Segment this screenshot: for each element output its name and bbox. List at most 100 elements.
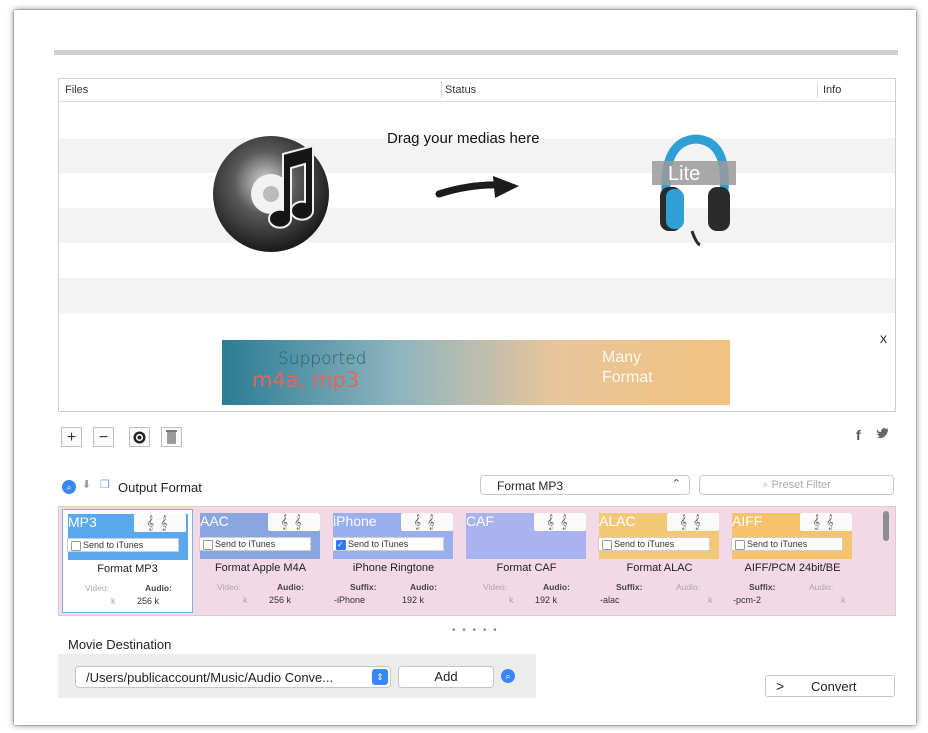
- send-to-itunes-checkbox[interactable]: Send to iTunes: [199, 537, 311, 551]
- search-icon[interactable]: ⌕: [501, 669, 515, 683]
- checkbox-icon[interactable]: [602, 540, 612, 550]
- audio-bitrate-value[interactable]: k: [708, 595, 713, 605]
- drop-hint: Drag your medias here: [387, 130, 540, 147]
- format-title: Format MP3: [97, 563, 158, 575]
- add-file-button[interactable]: +: [61, 427, 82, 447]
- audio-bitrate-value[interactable]: 256 k: [269, 595, 291, 605]
- left-setting-value[interactable]: -pcm-2: [733, 595, 761, 605]
- column-info[interactable]: Info: [823, 84, 841, 96]
- left-setting-label: Suffix:: [749, 582, 776, 592]
- left-setting-value[interactable]: k: [111, 596, 116, 606]
- banner-many-text: Many: [602, 349, 642, 366]
- format-title: Format ALAC: [626, 562, 693, 574]
- remove-file-button[interactable]: −: [93, 427, 114, 447]
- headphones-icon: [652, 134, 736, 247]
- audio-bitrate-value[interactable]: 256 k: [137, 596, 159, 606]
- format-card-iphone[interactable]: iPhone 𝄞𝄞 Send to iTunes iPhone Ringtone Suf…: [328, 509, 459, 613]
- remove-x-button[interactable]: x: [880, 330, 887, 346]
- left-setting-value[interactable]: k: [509, 595, 514, 605]
- audio-label: Audio:: [410, 582, 437, 592]
- search-icon[interactable]: ⌕: [62, 480, 76, 494]
- audio-bitrate-value[interactable]: k: [841, 595, 846, 605]
- select-arrows-icon: ⌃: [671, 478, 681, 490]
- audio-label: Audio:: [277, 582, 304, 592]
- destination-path-select[interactable]: /Users/publicaccount/Music/Audio Conve..…: [75, 666, 391, 688]
- format-name: iPhone: [333, 513, 377, 529]
- send-to-itunes-label: Send to iTunes: [614, 539, 675, 549]
- audio-label: Audio:: [145, 583, 172, 593]
- column-status[interactable]: Status: [445, 84, 476, 96]
- send-to-itunes-checkbox[interactable]: Send to iTunes: [598, 537, 710, 551]
- music-notes-icon: 𝄞𝄞: [534, 513, 586, 531]
- left-setting-value[interactable]: -alac: [600, 595, 620, 605]
- column-files[interactable]: Files: [65, 84, 88, 96]
- facebook-icon[interactable]: f: [856, 427, 861, 443]
- send-to-itunes-label: Send to iTunes: [747, 539, 808, 549]
- send-to-itunes-checkbox[interactable]: Send to iTunes: [67, 538, 179, 552]
- audio-label: Audio:: [809, 582, 834, 592]
- left-setting-label: Suffix:: [350, 582, 377, 592]
- music-disc-icon: [213, 136, 329, 252]
- trash-icon: [166, 430, 177, 444]
- format-title: iPhone Ringtone: [352, 562, 435, 574]
- format-name: CAF: [466, 513, 494, 529]
- music-notes-icon: 𝄞𝄞: [268, 513, 320, 531]
- left-setting-value[interactable]: -iPhone: [334, 595, 365, 605]
- presets-scrollbar[interactable]: [883, 511, 889, 541]
- format-name: MP3: [68, 514, 97, 530]
- download-icon[interactable]: ⬇: [82, 478, 91, 491]
- music-notes-icon: 𝄞𝄞: [134, 514, 186, 532]
- format-title: Format Apple M4A: [214, 562, 307, 574]
- reload-icon: [133, 431, 146, 444]
- trash-button[interactable]: [161, 427, 182, 447]
- format-card-mp3[interactable]: MP3 𝄞𝄞 Send to iTunes Format MP3 Video: Audio…: [62, 509, 193, 613]
- add-destination-button[interactable]: Add: [398, 666, 494, 688]
- convert-button[interactable]: > Convert: [765, 675, 895, 697]
- banner-format-text: Format: [602, 369, 653, 386]
- window-top-bar: [54, 50, 898, 55]
- format-name: AIFF: [732, 513, 763, 529]
- format-name: ALAC: [599, 513, 636, 529]
- send-to-itunes-label: Send to iTunes: [83, 540, 144, 550]
- output-format-label: Output Format: [118, 480, 202, 495]
- music-notes-icon: 𝄞𝄞: [667, 513, 719, 531]
- format-card-aac[interactable]: AAC 𝄞𝄞 Send to iTunes Format Apple M4A Video…: [195, 509, 326, 613]
- format-title: AIFF/PCM 24bit/BE: [744, 562, 841, 574]
- preset-filter-placeholder: Preset Filter: [771, 479, 831, 491]
- format-presets: MP3 𝄞𝄞 Send to iTunes Format MP3 Video: Audio…: [58, 506, 896, 616]
- preset-filter-input[interactable]: ⌕ Preset Filter: [699, 475, 894, 495]
- send-to-itunes-checkbox[interactable]: Send to iTunes: [731, 537, 843, 551]
- convert-label: Convert: [811, 679, 857, 694]
- checkbox-icon[interactable]: [336, 538, 346, 551]
- format-title: Format CAF: [496, 562, 557, 574]
- format-select[interactable]: Format MP3 ⌃: [480, 475, 690, 495]
- left-setting-value[interactable]: k: [243, 595, 248, 605]
- send-to-itunes-checkbox[interactable]: Send to iTunes: [332, 537, 444, 551]
- checkbox-icon[interactable]: [203, 540, 213, 550]
- movie-destination-label: Movie Destination: [68, 637, 172, 652]
- audio-label: Audio:: [676, 582, 701, 592]
- format-card-aiff[interactable]: AIFF 𝄞𝄞 Send to iTunes AIFF/PCM 24bit/BE Suf…: [727, 509, 858, 613]
- twitter-icon[interactable]: [876, 427, 890, 442]
- settings-button[interactable]: [129, 427, 150, 447]
- left-setting-label: Video:: [483, 582, 507, 592]
- send-to-itunes-label: Send to iTunes: [215, 539, 276, 549]
- checkbox-icon[interactable]: [71, 541, 81, 551]
- checkbox-icon[interactable]: [735, 540, 745, 550]
- arrow-right-icon: [435, 176, 519, 198]
- format-card-caf[interactable]: CAF 𝄞𝄞 Format CAF Video: Audio: k 192 k: [461, 509, 592, 613]
- left-setting-label: Video:: [217, 582, 241, 592]
- left-setting-label: Video:: [85, 583, 109, 593]
- banner-supported-text: Supported: [278, 349, 367, 369]
- music-notes-icon: 𝄞𝄞: [401, 513, 453, 531]
- format-card-alac[interactable]: ALAC 𝄞𝄞 Send to iTunes Format ALAC Suffix: Au…: [594, 509, 725, 613]
- destination-path: /Users/publicaccount/Music/Audio Conve..…: [86, 670, 334, 685]
- audio-bitrate-value[interactable]: 192 k: [535, 595, 557, 605]
- pager-dots[interactable]: • • • • •: [452, 625, 499, 636]
- audio-bitrate-value[interactable]: 192 k: [402, 595, 424, 605]
- file-list-header: Files Status Info: [59, 79, 895, 102]
- promo-banner[interactable]: Supported m4a, mp3 Many Format: [222, 340, 730, 405]
- copy-icon[interactable]: ❐: [100, 478, 110, 491]
- stepper-icon: ⇕: [372, 669, 388, 685]
- format-select-value: Format MP3: [497, 479, 564, 493]
